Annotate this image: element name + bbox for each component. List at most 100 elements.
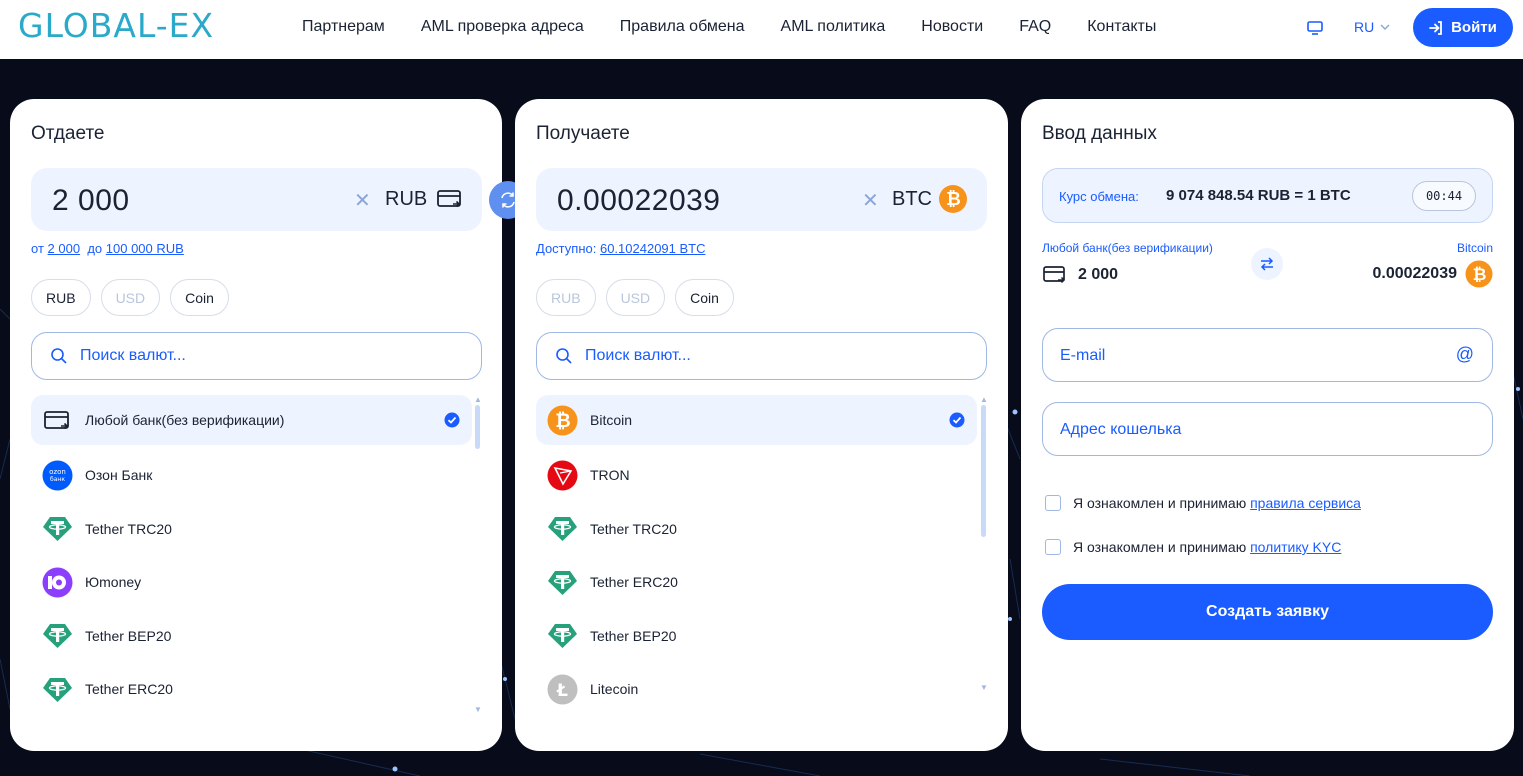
search-icon bbox=[556, 348, 572, 364]
summary-to-amount: 0.00022039 bbox=[1372, 265, 1457, 282]
summary-from-label: Любой банк(без верификации) bbox=[1042, 241, 1213, 255]
tether-icon bbox=[548, 570, 577, 595]
list-item-label: Litecoin bbox=[590, 681, 639, 698]
list-item-label: Bitcoin bbox=[590, 412, 633, 428]
nav-aml-policy[interactable]: AML политика bbox=[781, 18, 886, 36]
list-item[interactable]: ₿ Bitcoin bbox=[536, 395, 977, 445]
get-amount-box[interactable]: 0.00022039 ✕ BTC ₿ bbox=[536, 168, 987, 231]
list-item[interactable]: ozon банк Озон Банк bbox=[31, 449, 472, 503]
range-to-label: до bbox=[87, 241, 103, 256]
bitcoin-icon: ₿ bbox=[547, 405, 578, 435]
bank-card-icon bbox=[437, 190, 461, 208]
list-item-label: Tether ERC20 bbox=[590, 574, 678, 591]
filter-usd[interactable]: USD bbox=[605, 279, 666, 316]
tron-icon bbox=[547, 460, 578, 491]
site-logo[interactable]: GLOBAL-EX bbox=[18, 6, 214, 45]
agree-rules: Я ознакомлен и принимаю правила сервиса bbox=[1045, 495, 1361, 511]
yoomoney-icon bbox=[42, 567, 73, 598]
clear-icon[interactable]: ✕ bbox=[862, 188, 879, 213]
agree-kyc: Я ознакомлен и принимаю политику KYC bbox=[1045, 539, 1341, 555]
litecoin-icon: Ł bbox=[547, 674, 578, 705]
agree-rules-text: Я ознакомлен и принимаю bbox=[1073, 495, 1247, 511]
create-order-button[interactable]: Создать заявку bbox=[1042, 584, 1493, 640]
give-filters: RUB USD Coin bbox=[31, 279, 229, 316]
search-placeholder: Поиск валют... bbox=[585, 347, 691, 364]
tether-icon bbox=[43, 677, 72, 702]
nav-partners[interactable]: Партнерам bbox=[302, 18, 385, 36]
list-item-label: Tether TRC20 bbox=[590, 520, 677, 537]
login-button[interactable]: Войти bbox=[1413, 8, 1513, 47]
tether-icon bbox=[548, 624, 577, 649]
filter-rub[interactable]: RUB bbox=[31, 279, 91, 316]
filter-coin[interactable]: Coin bbox=[170, 279, 229, 316]
check-icon bbox=[444, 412, 460, 428]
range-min-link[interactable]: 2 000 bbox=[48, 241, 81, 256]
summary-to-label: Bitcoin bbox=[1456, 241, 1493, 255]
give-search-input[interactable]: Поиск валют... bbox=[31, 332, 482, 380]
list-item[interactable]: Ł Litecoin bbox=[536, 663, 977, 717]
rate-label: Курс обмена: bbox=[1059, 189, 1139, 204]
get-amount-input[interactable]: 0.00022039 bbox=[557, 184, 721, 218]
give-currency-list: Любой банк(без верификации) ozon банк Озо… bbox=[31, 395, 472, 716]
get-filters: RUB USD Coin bbox=[536, 279, 734, 316]
agree-kyc-checkbox[interactable] bbox=[1045, 539, 1061, 555]
list-item[interactable]: Tether BEP20 bbox=[536, 609, 977, 663]
list-item[interactable]: Tether TRC20 bbox=[536, 502, 977, 556]
filter-rub[interactable]: RUB bbox=[536, 279, 596, 316]
agree-rules-checkbox[interactable] bbox=[1045, 495, 1061, 511]
at-icon: @ bbox=[1455, 344, 1474, 364]
get-currency-list: ₿ Bitcoin TRON Tether TRC20 Tether ERC20… bbox=[536, 395, 977, 716]
nav-exchange-rules[interactable]: Правила обмена bbox=[620, 18, 745, 36]
list-item[interactable]: Любой банк(без верификации) bbox=[31, 395, 472, 445]
scroll-up-icon[interactable]: ▲ bbox=[474, 395, 482, 404]
give-range: от 2 000 до 100 000 RUB bbox=[31, 241, 184, 256]
svg-text:₿: ₿ bbox=[1473, 265, 1487, 285]
list-item[interactable]: Tether BEP20 bbox=[31, 609, 472, 663]
email-field[interactable]: E-mail @ bbox=[1042, 328, 1493, 382]
filter-coin[interactable]: Coin bbox=[675, 279, 734, 316]
svg-text:Ł: Ł bbox=[556, 681, 568, 701]
wallet-placeholder: Адрес кошелька bbox=[1060, 421, 1182, 438]
rate-value: 9 074 848.54 RUB = 1 BTC bbox=[1166, 187, 1351, 204]
scroll-down-icon[interactable]: ▼ bbox=[980, 683, 988, 692]
list-item[interactable]: Tether ERC20 bbox=[536, 556, 977, 610]
nav-contacts[interactable]: Контакты bbox=[1087, 18, 1156, 36]
search-placeholder: Поиск валют... bbox=[80, 347, 186, 364]
login-label: Войти bbox=[1451, 19, 1497, 36]
scroll-up-icon[interactable]: ▲ bbox=[980, 395, 988, 404]
nav-news[interactable]: Новости bbox=[921, 18, 983, 36]
get-search-input[interactable]: Поиск валют... bbox=[536, 332, 987, 380]
bank-card-icon bbox=[1043, 266, 1066, 284]
filter-usd[interactable]: USD bbox=[100, 279, 161, 316]
give-list-scrollbar[interactable] bbox=[475, 405, 480, 449]
nav-aml-check[interactable]: AML проверка адреса bbox=[421, 18, 584, 36]
list-item[interactable]: Tether ERC20 bbox=[31, 663, 472, 717]
clear-icon[interactable]: ✕ bbox=[354, 188, 371, 213]
list-item-label: Любой банк(без верификации) bbox=[85, 412, 285, 428]
bitcoin-icon: ₿ bbox=[939, 185, 967, 213]
list-item[interactable]: Юmoney bbox=[31, 556, 472, 610]
available-amount-link[interactable]: 60.10242091 BTC bbox=[600, 241, 706, 256]
list-item[interactable]: Tether TRC20 bbox=[31, 502, 472, 556]
give-amount-input[interactable]: 2 000 bbox=[52, 184, 130, 218]
wallet-address-field[interactable]: Адрес кошелька bbox=[1042, 402, 1493, 456]
give-currency-code: RUB bbox=[385, 188, 428, 210]
range-max-link[interactable]: 100 000 RUB bbox=[106, 241, 184, 256]
list-item[interactable]: TRON bbox=[536, 449, 977, 503]
language-selector[interactable]: RU bbox=[1354, 19, 1390, 35]
bitcoin-icon: ₿ bbox=[1465, 260, 1493, 288]
data-entry-panel: Ввод данных Курс обмена: 9 074 848.54 RU… bbox=[1021, 99, 1514, 751]
give-amount-box[interactable]: 2 000 ✕ RUB bbox=[31, 168, 482, 231]
kyc-link[interactable]: политику KYC bbox=[1250, 539, 1341, 555]
rules-link[interactable]: правила сервиса bbox=[1250, 495, 1361, 511]
main-nav: Партнерам AML проверка адреса Правила об… bbox=[302, 18, 1192, 36]
scroll-down-icon[interactable]: ▼ bbox=[474, 705, 482, 714]
rate-timer: 00:44 bbox=[1412, 181, 1476, 211]
give-panel: Отдаете 2 000 ✕ RUB от 2 000 до 100 000 … bbox=[10, 99, 502, 751]
get-list-scrollbar[interactable] bbox=[981, 405, 986, 537]
nav-faq[interactable]: FAQ bbox=[1019, 18, 1051, 36]
summary-from: 2 000 bbox=[1042, 262, 1118, 288]
svg-text:₿: ₿ bbox=[946, 189, 961, 210]
svg-text:ozon: ozon bbox=[49, 468, 66, 476]
monitor-icon[interactable] bbox=[1306, 19, 1324, 37]
